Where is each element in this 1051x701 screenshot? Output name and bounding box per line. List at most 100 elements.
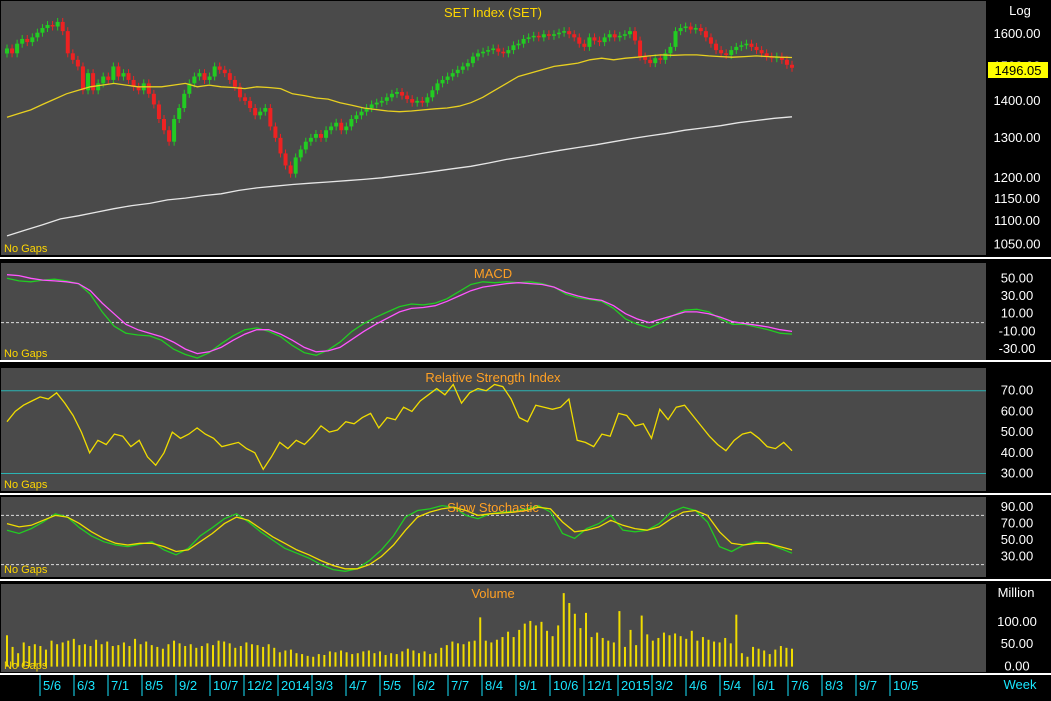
candle-body	[572, 34, 577, 38]
y-tick-label: -10.00	[999, 323, 1036, 338]
candle-body	[182, 93, 187, 109]
candle-body	[308, 137, 313, 142]
candle-body	[55, 21, 60, 27]
candle-body	[40, 28, 45, 33]
x-tick-label: 2015	[621, 678, 650, 693]
candle-body	[729, 50, 734, 55]
candle-body	[75, 59, 80, 67]
x-tick-label: 6/3	[77, 678, 95, 693]
volume-panel: Volume Million No Gaps 100.0050.000.00	[1, 584, 1037, 674]
candle-body	[126, 73, 131, 80]
x-tick-label: 7/6	[791, 678, 809, 693]
candle-body	[273, 126, 278, 138]
price-panel-bg	[1, 1, 986, 255]
candle-body	[450, 73, 455, 77]
x-tick-label: 10/6	[553, 678, 578, 693]
candle-body	[516, 43, 521, 46]
candle-body	[562, 31, 567, 33]
candle-body	[683, 26, 688, 29]
candle-body	[146, 83, 151, 94]
y-tick-label: 70.00	[1001, 383, 1034, 398]
candle-body	[405, 95, 410, 100]
candle-body	[25, 38, 30, 43]
last-price-value: 1496.05	[995, 63, 1042, 78]
candle-body	[30, 37, 35, 43]
candle-body	[227, 73, 232, 80]
candle-body	[379, 100, 384, 103]
candle-body	[222, 69, 227, 74]
candle-body	[703, 31, 708, 38]
rsi-panel-title: Relative Strength Index	[425, 370, 561, 385]
stochastic-panel-title: Slow Stochastic	[447, 500, 539, 515]
candle-body	[177, 108, 182, 120]
candle-body	[719, 50, 724, 54]
macd-panel-title: MACD	[474, 266, 512, 281]
candle-body	[491, 48, 496, 51]
candle-body	[303, 141, 308, 150]
candle-body	[476, 53, 480, 57]
last-price-badge: 1496.05	[988, 62, 1048, 78]
x-tick-label: 10/5	[893, 678, 918, 693]
candle-body	[551, 34, 556, 36]
candle-body	[288, 165, 293, 174]
x-tick-label: 10/7	[213, 678, 238, 693]
candle-body	[577, 37, 582, 44]
candle-body	[70, 53, 75, 60]
candle-body	[217, 66, 222, 70]
x-axis-unit-label: Week	[1004, 677, 1037, 692]
candle-body	[374, 102, 379, 105]
candle-body	[101, 76, 106, 84]
x-tick-label: 8/3	[825, 678, 843, 693]
candle-body	[602, 37, 607, 43]
candle-body	[622, 34, 627, 36]
candle-body	[470, 56, 475, 64]
candle-body	[592, 37, 597, 41]
candle-body	[232, 79, 237, 87]
rsi-panel-bg	[1, 368, 986, 491]
candle-body	[35, 32, 40, 38]
x-tick-label: 6/1	[757, 678, 775, 693]
x-tick-label: 9/7	[859, 678, 877, 693]
candle-body	[698, 28, 703, 32]
candle-body	[156, 104, 161, 120]
candle-body	[536, 35, 541, 38]
macd-panel: MACD No Gaps 50.00 30.00 10.00 -10.00 -30.00	[1, 263, 1035, 360]
candle-body	[455, 69, 460, 74]
y-tick-label: 60.00	[1001, 403, 1034, 418]
candle-body	[607, 34, 612, 38]
candle-body	[693, 28, 698, 30]
candle-body	[749, 43, 754, 47]
candle-body	[91, 73, 96, 91]
y-tick-label: 70.00	[1001, 516, 1034, 531]
volume-unit-label: Million	[998, 585, 1035, 600]
candle-body	[167, 130, 172, 142]
x-tick-label: 5/4	[723, 678, 741, 693]
candle-body	[172, 119, 177, 142]
candle-body	[192, 76, 197, 84]
price-panel: SET Index (SET) Log No Gaps 1600.001500.…	[1, 1, 1048, 255]
candle-body	[567, 31, 572, 35]
no-gaps-label: No Gaps	[4, 479, 48, 491]
candle-body	[313, 134, 318, 138]
y-tick-label: 1150.00	[994, 191, 1040, 206]
candle-body	[612, 34, 617, 38]
candle-body	[400, 92, 405, 96]
no-gaps-label: No Gaps	[4, 564, 48, 576]
log-scale-label: Log	[1009, 3, 1031, 18]
candle-body	[324, 130, 329, 138]
candle-body	[319, 134, 323, 138]
x-tick-label: 12/2	[247, 678, 272, 693]
price-panel-title: SET Index (SET)	[444, 5, 542, 20]
y-tick-label: 50.00	[1001, 532, 1034, 547]
candle-body	[673, 31, 678, 47]
candle-body	[243, 97, 248, 101]
candle-body	[202, 73, 207, 80]
candle-body	[445, 76, 450, 80]
y-tick-label: 1100.00	[994, 213, 1040, 228]
candle-body	[212, 66, 217, 77]
y-tick-label: 90.00	[1001, 499, 1034, 514]
candle-body	[384, 97, 389, 101]
y-tick-label: 1300.00	[994, 130, 1041, 145]
stochastic-panel: 90.00 70.0050.0030.00 Slow Stochastic No …	[1, 497, 1033, 577]
candle-body	[440, 79, 445, 84]
